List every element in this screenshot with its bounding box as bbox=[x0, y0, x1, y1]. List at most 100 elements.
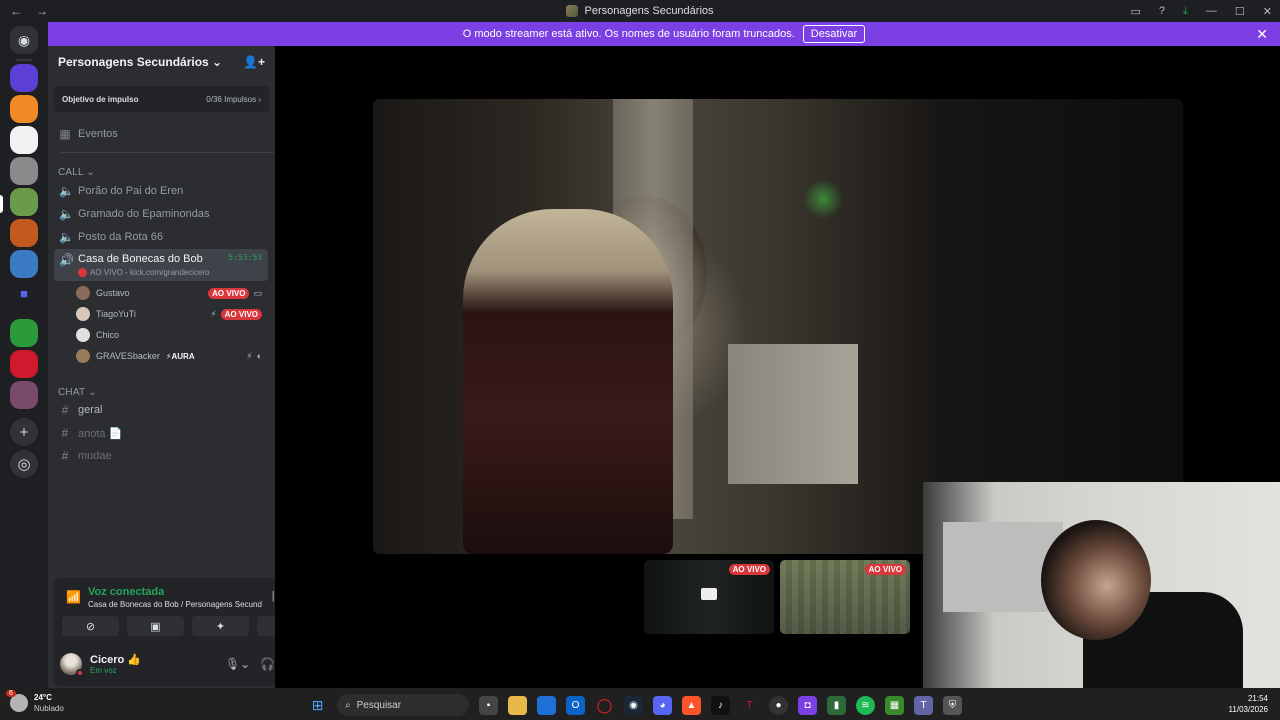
avatar[interactable] bbox=[60, 653, 84, 677]
camera-off-button[interactable]: ⊘ bbox=[62, 616, 119, 636]
guild-header[interactable]: Personagens Secundários ⌄ 👤+ bbox=[48, 46, 275, 78]
voice-location[interactable]: Casa de Bonecas do Bob / Personagens Sec… bbox=[88, 600, 262, 609]
banner-text: O modo streamer está ativo. Os nomes de … bbox=[462, 28, 795, 40]
webcam-feed[interactable] bbox=[923, 482, 1280, 688]
help-icon[interactable]: ? bbox=[1159, 5, 1165, 17]
close-banner-icon[interactable]: ✕ bbox=[1256, 26, 1268, 43]
forward-arrow-icon[interactable]: → bbox=[36, 4, 48, 18]
maximize-icon[interactable]: ☐ bbox=[1235, 5, 1245, 18]
inbox-icon[interactable]: ▭ bbox=[1131, 5, 1141, 18]
app-icon[interactable]: ⛨ bbox=[943, 695, 962, 715]
download-icon[interactable]: ⤓ bbox=[1183, 5, 1188, 18]
server-icon[interactable] bbox=[10, 126, 38, 154]
add-member-icon[interactable]: 👤+ bbox=[243, 55, 265, 69]
store-icon[interactable] bbox=[537, 695, 556, 715]
category-call[interactable]: CALL ⌄ bbox=[58, 167, 95, 178]
video-scene bbox=[1041, 520, 1151, 640]
text-channel[interactable]: # anota 📄 bbox=[54, 422, 268, 444]
brave-icon[interactable]: ▲ bbox=[682, 695, 701, 715]
task-view-icon[interactable]: ▪ bbox=[479, 695, 498, 715]
notification-badge: 6 bbox=[6, 690, 16, 697]
twitch-icon[interactable]: ◘ bbox=[798, 695, 817, 715]
server-icon[interactable] bbox=[10, 319, 38, 347]
taskbar-search[interactable]: ⌕ Pesquisar bbox=[337, 694, 469, 716]
active-server-pill bbox=[0, 195, 3, 213]
share-screen-button[interactable]: ▣ bbox=[127, 616, 184, 636]
discord-home-icon[interactable]: ◉ bbox=[10, 26, 38, 54]
search-icon: ⌕ bbox=[345, 699, 351, 711]
microphone-icon[interactable]: 🎙⌄ bbox=[225, 657, 250, 671]
category-chat[interactable]: CHAT ⌄ bbox=[58, 387, 97, 398]
channel-sidebar: Personagens Secundários ⌄ 👤+ Objetivo de… bbox=[48, 46, 316, 688]
status-dot bbox=[76, 669, 84, 677]
back-arrow-icon[interactable]: ← bbox=[10, 4, 22, 18]
guild-name: Personagens Secundários ⌄ bbox=[58, 55, 223, 69]
teams-icon[interactable]: T bbox=[914, 695, 933, 715]
stream-thumbnail[interactable]: AO VIVO bbox=[780, 560, 910, 634]
avatar bbox=[76, 307, 90, 321]
discord-icon[interactable]: ◕ bbox=[653, 695, 672, 715]
server-icon[interactable] bbox=[10, 219, 38, 247]
disable-streamer-button[interactable]: Desativar bbox=[802, 25, 866, 43]
voice-channel[interactable]: 🔈 Porão do Pai do Eren bbox=[54, 180, 268, 202]
server-icon[interactable] bbox=[10, 350, 38, 378]
voice-channel[interactable]: 🔈 Posto da Rota 66 bbox=[54, 226, 268, 248]
server-rail: ◉ ■ + ◎ bbox=[0, 22, 48, 688]
server-icon[interactable] bbox=[10, 95, 38, 123]
hash-icon: # bbox=[61, 403, 69, 417]
server-icon[interactable] bbox=[10, 250, 38, 278]
voice-channel[interactable]: 🔈 Gramado do Epaminondas bbox=[54, 203, 268, 225]
text-channel[interactable]: # mudae bbox=[54, 445, 268, 467]
server-icon[interactable] bbox=[10, 157, 38, 185]
app-icon[interactable]: ▮ bbox=[827, 695, 846, 715]
events-item[interactable]: ▦ Eventos bbox=[54, 123, 268, 145]
aura-tag: ⚡AURA bbox=[165, 351, 195, 361]
voice-member[interactable]: TiagoYuTi ⚡ AO VIVO bbox=[76, 304, 266, 324]
video-scene bbox=[463, 209, 673, 554]
tiktok-icon[interactable]: ♪ bbox=[711, 695, 730, 715]
minecraft-icon[interactable]: ▦ bbox=[885, 695, 904, 715]
server-icon[interactable] bbox=[10, 188, 38, 216]
close-window-icon[interactable]: ✕ bbox=[1263, 5, 1272, 18]
outlook-icon[interactable]: O bbox=[566, 695, 585, 715]
voice-status[interactable]: Voz conectada bbox=[88, 586, 164, 598]
live-status: AO VIVO - kick.com/grandecicero bbox=[78, 268, 210, 277]
text-channel[interactable]: # geral bbox=[54, 399, 268, 421]
calendar-icon: ▦ bbox=[59, 127, 71, 141]
spotify-icon[interactable]: ≋ bbox=[856, 695, 875, 715]
steam-icon[interactable]: ◉ bbox=[624, 695, 643, 715]
boost-value: 0/36 Impulsos › bbox=[206, 94, 261, 104]
username[interactable]: Cicero 👍 bbox=[90, 653, 141, 666]
avatar bbox=[76, 328, 90, 342]
voice-timer: 5:53:53 bbox=[228, 253, 262, 262]
voice-member[interactable]: Chico bbox=[76, 325, 266, 345]
opera-icon[interactable]: ◯ bbox=[595, 696, 614, 715]
live-dot-icon bbox=[78, 268, 87, 277]
live-badge: AO VIVO bbox=[864, 564, 906, 575]
file-explorer-icon[interactable] bbox=[508, 695, 527, 715]
voice-member[interactable]: Gustavo AO VIVO ▭ bbox=[76, 283, 266, 303]
activities-button[interactable]: ✦ bbox=[192, 616, 249, 636]
signal-icon[interactable]: 📶 bbox=[66, 590, 81, 604]
app-icon[interactable]: ● bbox=[769, 695, 788, 715]
video-scene bbox=[728, 344, 858, 484]
mic-muted-icon: ⚡ bbox=[246, 350, 253, 361]
windows-start-icon[interactable]: ⊞ bbox=[308, 696, 327, 715]
app-icon[interactable]: T bbox=[740, 696, 759, 715]
stream-thumbnail[interactable]: AO VIVO bbox=[644, 560, 774, 634]
weather-icon: 6 bbox=[6, 690, 28, 712]
server-icon[interactable] bbox=[10, 64, 38, 92]
hash-icon: # bbox=[61, 449, 69, 463]
boost-goal[interactable]: Objetivo de impulso 0/36 Impulsos › bbox=[54, 86, 269, 112]
boost-label: Objetivo de impulso bbox=[62, 94, 139, 104]
minimize-icon[interactable]: — bbox=[1206, 5, 1217, 17]
folder-icon[interactable]: ■ bbox=[10, 286, 38, 314]
add-server-icon[interactable]: + bbox=[10, 418, 38, 446]
system-clock[interactable]: 21:54 11/03/2026 bbox=[1229, 693, 1268, 715]
weather-widget[interactable]: 6 24°C Nublado bbox=[6, 690, 64, 714]
voice-member[interactable]: GRAVESbacker ⚡AURA ⚡ ◐ bbox=[76, 346, 266, 366]
server-icon[interactable] bbox=[10, 381, 38, 409]
window-titlebar: ← → Personagens Secundários ▭ ? ⤓ — ☐ ✕ bbox=[0, 0, 1280, 22]
explore-icon[interactable]: ◎ bbox=[10, 450, 38, 478]
speaker-icon: 🔊 bbox=[59, 253, 74, 267]
